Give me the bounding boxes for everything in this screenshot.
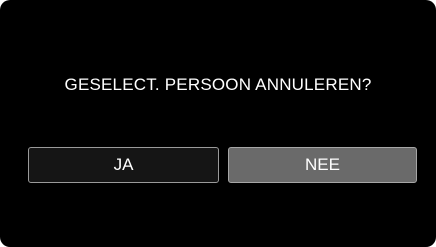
no-button[interactable]: NEE xyxy=(228,147,417,183)
yes-button[interactable]: JA xyxy=(28,147,219,183)
dialog-prompt: GESELECT. PERSOON ANNULEREN? xyxy=(64,75,372,94)
no-button-label: NEE xyxy=(305,155,340,174)
dialog-screen: GESELECT. PERSOON ANNULEREN? JA NEE xyxy=(0,0,436,247)
yes-button-label: JA xyxy=(113,155,134,174)
